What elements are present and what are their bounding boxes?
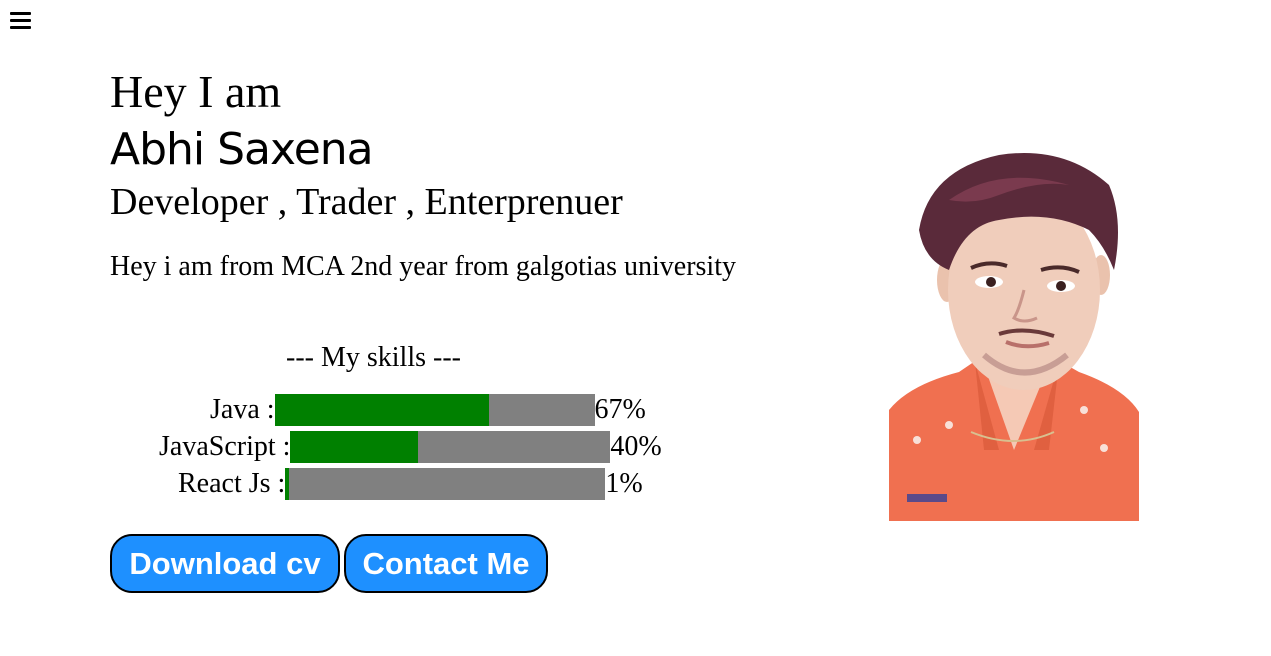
profile-photo — [889, 150, 1139, 521]
skill-progress-fill — [274, 394, 489, 426]
hamburger-menu-icon[interactable] — [10, 8, 32, 30]
contact-me-button[interactable]: Contact Me — [344, 534, 548, 593]
roles-heading: Developer , Trader , Enterprenuer — [110, 181, 623, 223]
skill-row-java: Java : 67% — [210, 392, 646, 428]
skill-progress-fill — [290, 431, 419, 463]
skill-row-javascript: JavaScript : 40% — [159, 429, 662, 465]
skill-label: React Js : — [178, 468, 286, 499]
skill-percent: 67% — [594, 394, 646, 425]
about-text: Hey i am from MCA 2nd year from galgotia… — [110, 251, 736, 282]
skills-title: --- My skills --- — [286, 342, 461, 373]
menu-line — [10, 26, 31, 29]
menu-line — [10, 19, 31, 22]
skill-row-react: React Js : 1% — [178, 466, 643, 502]
download-cv-button[interactable]: Download cv — [110, 534, 340, 593]
skill-percent: 1% — [605, 468, 643, 499]
name-heading: Abhi Saxena — [110, 124, 374, 175]
skill-progress-fill — [285, 468, 289, 500]
skill-label: Java : — [210, 394, 275, 425]
greeting-heading: Hey I am — [110, 66, 282, 117]
skill-label: JavaScript : — [159, 431, 291, 462]
skill-progress-bar — [285, 468, 606, 500]
profile-photo-illustration — [889, 153, 1139, 521]
skill-progress-bar — [274, 394, 595, 426]
skill-percent: 40% — [610, 431, 662, 462]
skill-progress-bar — [290, 431, 611, 463]
intro-section: Hey I am Abhi Saxena Developer , Trader … — [110, 66, 870, 284]
menu-line — [10, 12, 31, 15]
